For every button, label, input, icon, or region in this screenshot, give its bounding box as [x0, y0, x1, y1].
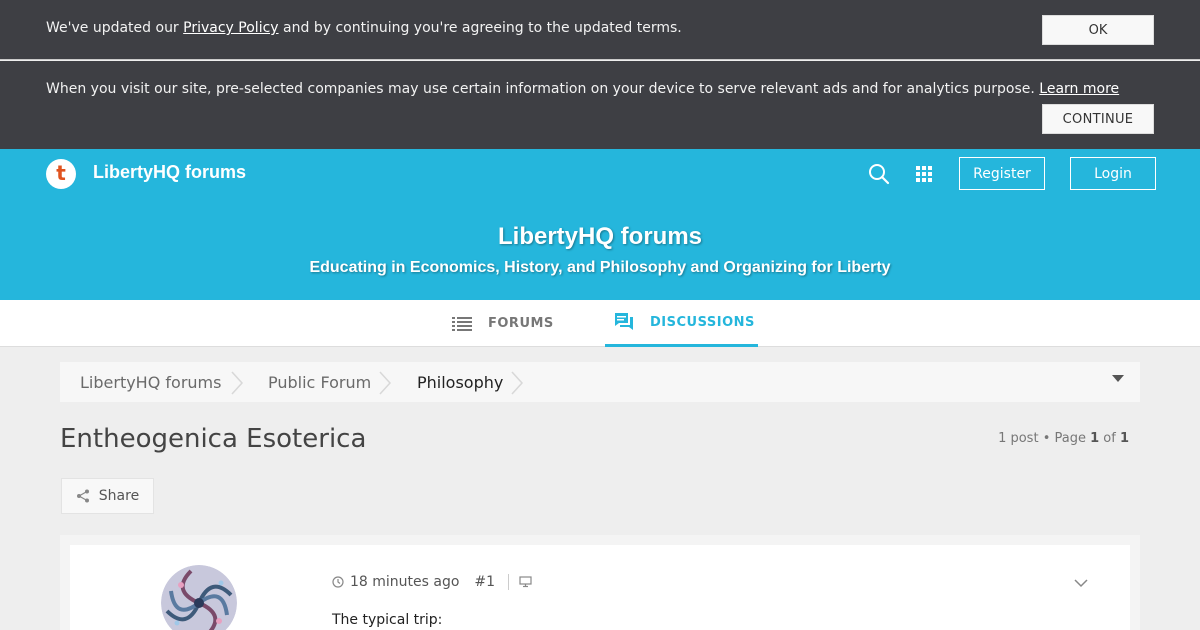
share-icon [76, 489, 89, 503]
main-tabs: FORUMS DISCUSSIONS [0, 300, 1200, 347]
post-time[interactable]: 18 minutes ago [350, 574, 459, 590]
chevron-down-icon[interactable] [1074, 573, 1088, 592]
privacy-notice-text: We've updated our Privacy Policy and by … [46, 19, 682, 37]
site-title: LibertyHQ forums [497, 223, 703, 250]
post-container: 18 minutes ago #1 The typical trip: [60, 535, 1140, 630]
breadcrumb-separator-icon [511, 371, 524, 395]
chat-icon [615, 313, 633, 330]
site-subtitle: Educating in Economics, History, and Phi… [309, 259, 891, 276]
breadcrumb-separator-icon [379, 371, 392, 395]
tab-forums[interactable]: FORUMS [452, 300, 554, 347]
privacy-text-after: and by continuing you're agreeing to the… [278, 20, 682, 36]
breadcrumb-separator-icon [231, 371, 244, 395]
meta-divider [508, 574, 510, 590]
pagination-of: of [1099, 431, 1120, 446]
login-button[interactable]: Login [1070, 157, 1156, 190]
logo-letter: t [56, 161, 66, 185]
caret-down-icon[interactable] [1112, 375, 1124, 382]
privacy-policy-link[interactable]: Privacy Policy [183, 20, 278, 36]
list-icon [452, 316, 472, 331]
tab-discussions-label: DISCUSSIONS [650, 314, 755, 330]
ads-notice-bar: When you visit our site, pre-selected co… [0, 61, 1200, 149]
privacy-text-before: We've updated our [46, 20, 184, 36]
continue-button[interactable]: CONTINUE [1042, 104, 1154, 134]
avatar[interactable] [161, 565, 237, 630]
tab-discussions[interactable]: DISCUSSIONS [605, 300, 758, 347]
ads-text: When you visit our site, pre-selected co… [46, 81, 1040, 97]
privacy-notice-bar: We've updated our Privacy Policy and by … [0, 0, 1200, 60]
learn-more-link[interactable]: Learn more [1039, 81, 1119, 97]
post-meta: 18 minutes ago #1 [332, 574, 532, 590]
post-card: 18 minutes ago #1 The typical trip: [70, 545, 1130, 630]
post-number[interactable]: #1 [474, 574, 495, 590]
apps-grid-icon[interactable] [914, 163, 934, 187]
site-header: t LibertyHQ forums Register Login Libert… [0, 149, 1200, 300]
page-title: Entheogenica Esoterica [60, 424, 367, 454]
breadcrumb-item-public-forum[interactable]: Public Forum [268, 362, 371, 402]
total-pages: 1 [1119, 431, 1129, 446]
breadcrumb: LibertyHQ forums Public Forum Philosophy [60, 362, 1140, 402]
share-label: Share [98, 488, 140, 504]
register-button[interactable]: Register [959, 157, 1045, 190]
current-page: 1 [1090, 431, 1100, 446]
pagination-info: 1 post • Page 1 of 1 [998, 431, 1129, 446]
pagination-sep: • Page [1038, 431, 1091, 446]
tab-forums-label: FORUMS [488, 316, 554, 331]
ok-button[interactable]: OK [1042, 15, 1154, 45]
share-button[interactable]: Share [61, 478, 154, 514]
ads-notice-text: When you visit our site, pre-selected co… [46, 80, 1119, 98]
clock-icon [332, 576, 344, 588]
brand-name[interactable]: LibertyHQ forums [93, 162, 246, 183]
post-count: 1 post [998, 431, 1039, 446]
search-icon[interactable] [868, 163, 890, 189]
post-body: The typical trip: [332, 612, 443, 628]
breadcrumb-item-home[interactable]: LibertyHQ forums [80, 362, 221, 402]
site-logo[interactable]: t [46, 159, 76, 189]
device-icon [519, 576, 532, 588]
breadcrumb-item-philosophy[interactable]: Philosophy [417, 362, 503, 402]
